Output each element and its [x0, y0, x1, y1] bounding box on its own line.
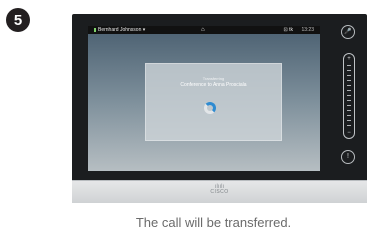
- clock-time: 13:23: [301, 27, 314, 33]
- dialog-status: Transferring: [202, 76, 225, 81]
- volume-slider[interactable]: + −: [343, 53, 355, 139]
- chevron-down-icon: ▾: [142, 27, 146, 33]
- microphone-icon: 🎤: [344, 29, 352, 35]
- step-number-badge: 5: [6, 8, 30, 32]
- transfer-dialog: Transferring Conference to Anna Proscial…: [145, 63, 282, 141]
- info-icon: !: [347, 153, 349, 160]
- device-bottom-bezel: ılıılı CISCO: [72, 180, 367, 203]
- cisco-brand-text: CISCO: [210, 189, 229, 195]
- loading-spinner-icon: [204, 102, 216, 114]
- camera-label[interactable]: ⊡ tk: [284, 26, 293, 34]
- status-indicator: [94, 28, 96, 32]
- dialog-message: Conference to Anna Prosciala: [180, 82, 247, 88]
- instruction-caption: The call will be transferred.: [135, 215, 292, 230]
- microphone-mute-button[interactable]: 🎤: [341, 25, 355, 39]
- volume-plus-icon[interactable]: +: [344, 56, 354, 62]
- info-button[interactable]: !: [341, 150, 355, 164]
- caller-name: Bernhard Johnsson: [98, 27, 142, 33]
- device-screen: Bernhard Johnsson ▾ ⌂ ⊡ tk 13:23 Transfe…: [88, 26, 320, 171]
- caller-name-button[interactable]: Bernhard Johnsson ▾: [94, 26, 145, 34]
- volume-level-ticks: [347, 65, 351, 127]
- home-icon[interactable]: ⌂: [201, 26, 205, 34]
- cisco-logo: ılıılı CISCO: [72, 184, 367, 195]
- volume-minus-icon[interactable]: −: [344, 130, 354, 136]
- top-status-bar: Bernhard Johnsson ▾ ⌂ ⊡ tk 13:23: [88, 26, 320, 34]
